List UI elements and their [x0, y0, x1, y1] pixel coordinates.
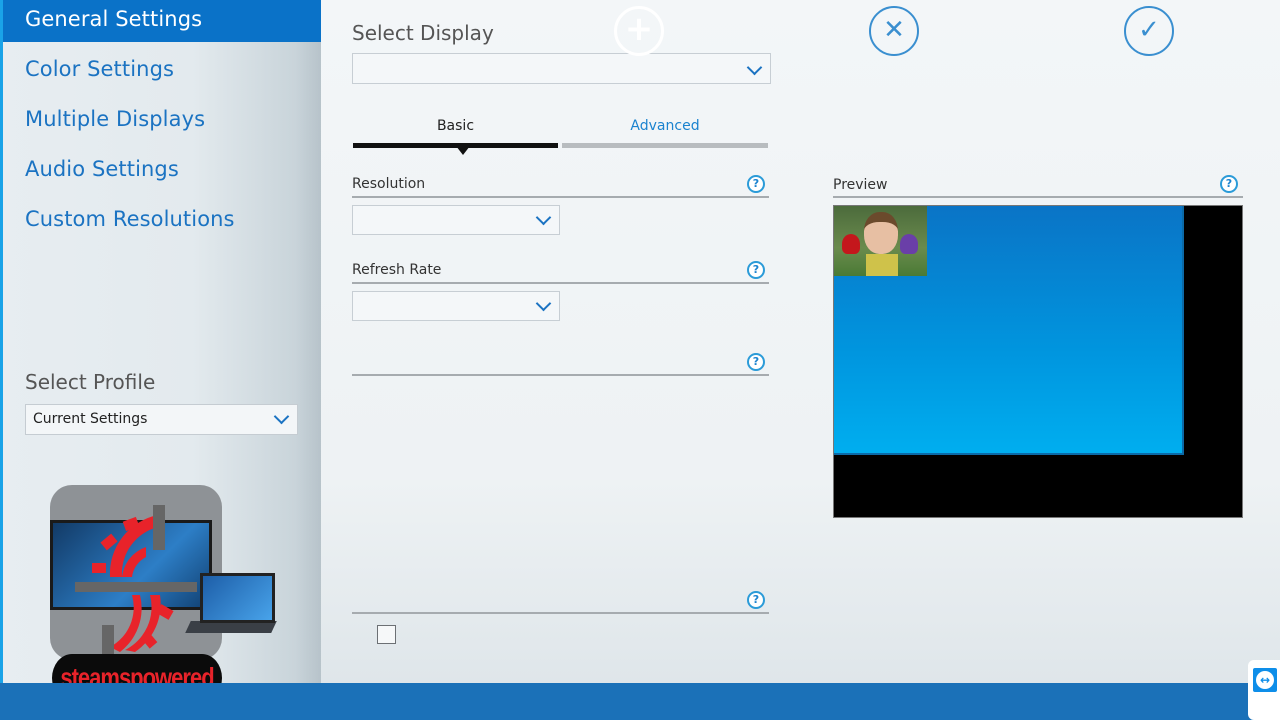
refresh-rate-dropdown[interactable] — [352, 291, 560, 321]
select-display-label: Select Display — [352, 21, 494, 45]
tab-basic[interactable]: Basic — [353, 118, 558, 148]
thumbnail-face — [864, 212, 898, 254]
section-divider — [352, 374, 769, 376]
refresh-rate-label: Refresh Rate — [352, 262, 442, 278]
help-icon[interactable]: ? — [1220, 175, 1238, 193]
section-divider — [352, 612, 769, 614]
tab-pointer-icon — [456, 146, 470, 155]
chevron-down-icon — [273, 408, 290, 425]
resolution-label: Resolution — [352, 176, 426, 192]
thumbnail-apron — [866, 254, 898, 276]
chevron-down-icon — [535, 295, 552, 312]
window-edge — [0, 0, 3, 683]
tab-advanced-label: Advanced — [630, 118, 700, 134]
section-divider — [352, 196, 769, 198]
option-checkbox[interactable] — [377, 625, 396, 644]
sidebar-item-general-settings[interactable]: General Settings — [0, 0, 321, 42]
preview-label: Preview — [833, 177, 888, 193]
sidebar-item-audio-settings[interactable]: Audio Settings — [0, 148, 321, 192]
laptop-icon — [200, 573, 275, 623]
sidebar: General Settings Color Settings Multiple… — [0, 0, 321, 702]
preview-desktop — [834, 206, 1184, 455]
resolution-dropdown[interactable] — [352, 205, 560, 235]
tab-advanced[interactable]: Advanced — [562, 118, 768, 148]
tab-indicator — [562, 143, 768, 148]
sidebar-item-color-settings[interactable]: Color Settings — [0, 48, 321, 92]
chevron-down-icon — [535, 209, 552, 226]
watermark-logo: steamspowered — [50, 485, 277, 702]
add-profile-button[interactable]: + — [614, 6, 664, 56]
thumbnail-hand — [900, 234, 918, 254]
select-profile-label: Select Profile — [25, 370, 156, 394]
sidebar-item-multiple-displays[interactable]: Multiple Displays — [0, 98, 321, 142]
help-icon[interactable]: ? — [747, 261, 765, 279]
display-dropdown[interactable] — [352, 53, 771, 84]
profile-dropdown[interactable]: Current Settings — [25, 404, 298, 435]
tab-basic-label: Basic — [436, 118, 475, 134]
thumbnail-hand — [842, 234, 860, 254]
preview-wallpaper-thumbnail — [834, 206, 927, 276]
apply-button[interactable]: ✓ — [1124, 6, 1174, 56]
remote-control-widget[interactable]: ↔ — [1248, 660, 1280, 720]
main-panel: Select Display Basic Advanced Resolution… — [321, 0, 1280, 683]
chevron-down-icon — [746, 59, 763, 76]
profile-dropdown-value: Current Settings — [33, 411, 148, 427]
section-divider — [833, 196, 1243, 198]
logo-bar — [102, 625, 114, 657]
app-window: General Settings Color Settings Multiple… — [0, 0, 1280, 720]
section-divider — [352, 282, 769, 284]
remote-arrows-icon: ↔ — [1253, 668, 1277, 692]
help-icon[interactable]: ? — [747, 353, 765, 371]
help-icon[interactable]: ? — [747, 591, 765, 609]
logo-bar — [75, 582, 197, 592]
help-icon[interactable]: ? — [747, 175, 765, 193]
sidebar-item-custom-resolutions[interactable]: Custom Resolutions — [0, 198, 321, 242]
double-arrow-icon: ↔ — [1256, 671, 1274, 689]
action-bar — [0, 683, 1280, 720]
discard-button[interactable]: ✕ — [869, 6, 919, 56]
logo-bar — [153, 505, 165, 550]
display-preview — [833, 205, 1243, 518]
